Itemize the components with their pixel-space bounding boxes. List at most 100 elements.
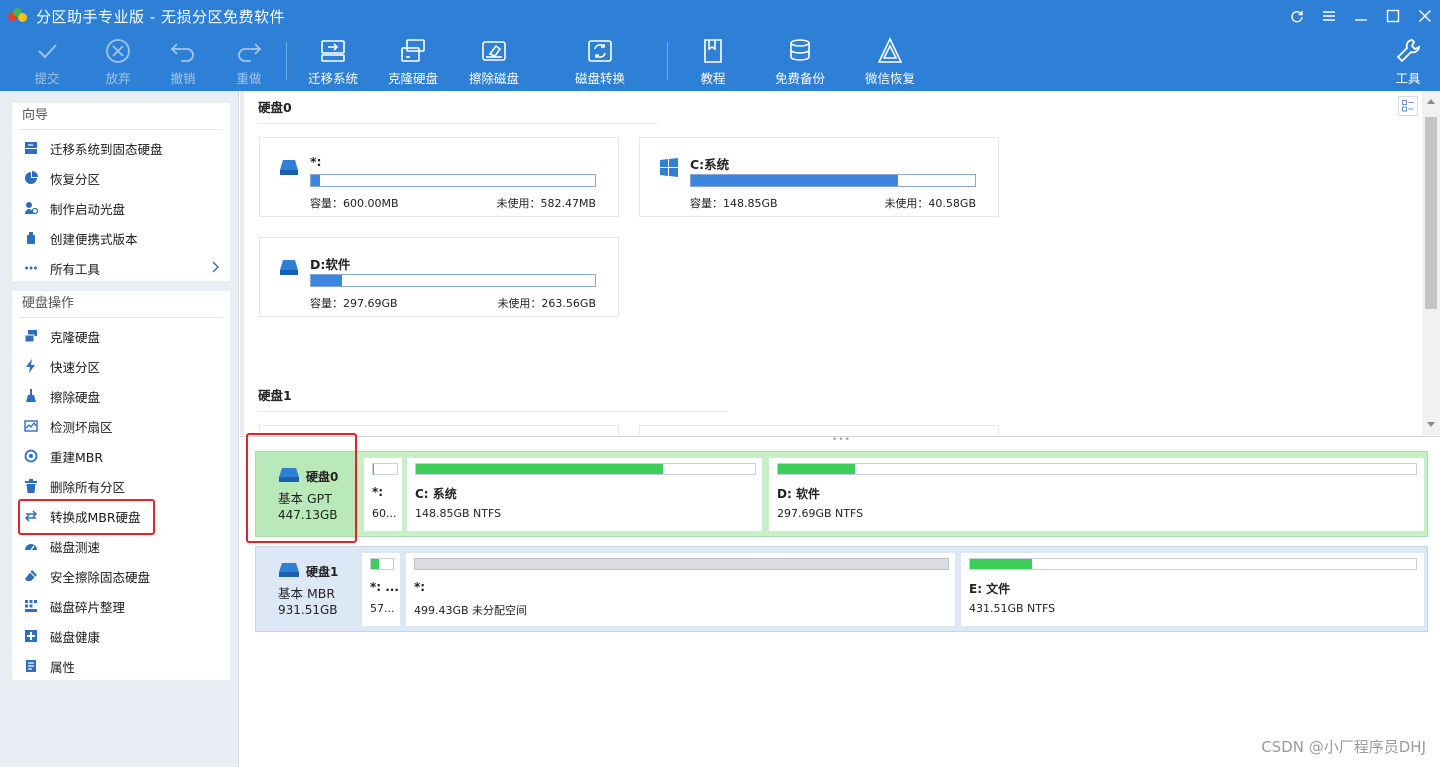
- sidebar-item-label: 安全擦除固态硬盘: [50, 569, 151, 585]
- sidebar-item-disk-health[interactable]: 磁盘健康: [12, 621, 230, 651]
- sidebar-item-label: 删除所有分区: [50, 479, 126, 495]
- wipe-disk-button[interactable]: 擦除磁盘: [459, 36, 529, 88]
- sidebar-item-label: 转换成MBR硬盘: [50, 509, 141, 525]
- usage-fill: [371, 559, 379, 569]
- disk-size: 931.51GB: [278, 603, 338, 617]
- clone-disk-icon: [24, 329, 38, 343]
- partition-card[interactable]: D:软件 容量：297.69GB 未使用：263.56GB: [259, 237, 619, 317]
- disk-convert-label: 磁盘转换: [574, 71, 625, 86]
- sidebar-item-clone-disk[interactable]: 克隆硬盘: [12, 321, 230, 351]
- splitter-grip-icon[interactable]: •••: [832, 435, 851, 445]
- discard-button[interactable]: 放弃: [83, 36, 153, 88]
- discard-icon: [106, 39, 130, 63]
- submit-button[interactable]: 提交: [12, 36, 82, 88]
- sidebar-item-label: 快速分区: [50, 359, 101, 375]
- close-icon[interactable]: [1410, 0, 1440, 32]
- sidebar-item-delete-all-partitions[interactable]: 删除所有分区: [12, 471, 230, 501]
- redo-button[interactable]: 重做: [214, 36, 284, 88]
- sidebar-item-label: 擦除硬盘: [50, 389, 101, 405]
- scroll-up-icon[interactable]: [1427, 99, 1435, 104]
- sidebar-item-migrate-ssd[interactable]: 迁移系统到固态硬盘: [12, 133, 230, 163]
- disk-name: 硬盘0: [306, 470, 339, 484]
- disk-map-partition[interactable]: *: 60...: [364, 458, 402, 531]
- clone-disk-button[interactable]: 克隆硬盘: [378, 36, 448, 88]
- sidebar-item-wipe-disk[interactable]: 擦除硬盘: [12, 381, 230, 411]
- drive-icon: [280, 260, 298, 275]
- sidebar-item-label: 克隆硬盘: [50, 329, 101, 345]
- usage-fill: [970, 559, 1033, 569]
- partition-detail: 57...: [370, 602, 395, 615]
- usage-bar: [969, 558, 1417, 570]
- sidebar-item-recover-partition[interactable]: 恢复分区: [12, 163, 230, 193]
- disk-map-row[interactable]: 硬盘0 基本 GPT 447.13GB *: 60... C: 系统 148.8…: [255, 451, 1428, 537]
- disk-map-partition[interactable]: D: 软件 297.69GB NTFS: [769, 458, 1424, 531]
- sidebar-item-all-tools[interactable]: 所有工具: [12, 253, 230, 283]
- scrollbar-thumb[interactable]: [1425, 117, 1437, 309]
- sidebar-item-boot-disc[interactable]: 制作启动光盘: [12, 193, 230, 223]
- menu-icon[interactable]: [1314, 0, 1344, 32]
- tools-button[interactable]: 工具: [1373, 36, 1440, 88]
- disk-map-partition[interactable]: *: 499.43GB 未分配空间: [406, 553, 955, 626]
- partition-card[interactable]: C:系统 容量：148.85GB 未使用：40.58GB: [639, 137, 999, 217]
- partition-capacity: 容量：297.69GB: [310, 297, 398, 310]
- undo-button[interactable]: 撤销: [148, 36, 218, 88]
- disk-convert-button[interactable]: 磁盘转换: [565, 36, 635, 88]
- refresh-icon[interactable]: [1282, 0, 1312, 32]
- disk-operations-panel: 硬盘操作 克隆硬盘 快速分区 擦除硬盘 检测坏扇区 重建MBR 删除所有分区 转…: [12, 291, 230, 680]
- tools-label: 工具: [1395, 71, 1421, 86]
- partition-card[interactable]: [639, 425, 999, 435]
- partition-free: 未使用：40.58GB: [884, 197, 976, 210]
- disk-map-partition[interactable]: *: ... 57...: [362, 553, 400, 626]
- redo-icon: [238, 43, 262, 62]
- sidebar-item-secure-erase-ssd[interactable]: 安全擦除固态硬盘: [12, 561, 230, 591]
- app-logo-icon: [8, 8, 28, 24]
- sidebar-item-defrag[interactable]: 磁盘碎片整理: [12, 591, 230, 621]
- discard-label: 放弃: [105, 71, 131, 86]
- view-toggle-icon[interactable]: [1398, 96, 1418, 116]
- disk-info[interactable]: 硬盘1 基本 MBR 931.51GB: [256, 547, 358, 631]
- sidebar-item-disk-speed[interactable]: 磁盘测速: [12, 531, 230, 561]
- usage-fill: [691, 175, 899, 186]
- partition-name: C:系统: [690, 157, 730, 172]
- sidebar-item-rebuild-mbr[interactable]: 重建MBR: [12, 441, 230, 471]
- disk-info[interactable]: 硬盘0 基本 GPT 447.13GB: [256, 452, 358, 536]
- usage-bar: [310, 274, 596, 287]
- usage-bar: [310, 174, 596, 187]
- free-backup-icon: [790, 39, 810, 61]
- usage-bar: [777, 463, 1417, 475]
- toolbar-divider: [286, 42, 287, 80]
- partition-name: E: 文件: [969, 582, 1011, 596]
- panel-divider: [20, 129, 222, 130]
- rebuild-mbr-icon: [24, 449, 38, 463]
- wizard-panel-title: 向导: [22, 108, 49, 123]
- maximize-icon[interactable]: [1378, 0, 1408, 32]
- free-backup-button[interactable]: 免费备份: [765, 36, 835, 88]
- sidebar-item-label: 迁移系统到固态硬盘: [50, 141, 163, 157]
- migrate-os-button[interactable]: 迁移系统: [298, 36, 368, 88]
- title-bar: 分区助手专业版 - 无损分区免费软件: [0, 0, 1440, 32]
- sidebar-item-quick-partition[interactable]: 快速分区: [12, 351, 230, 381]
- sidebar-item-label: 重建MBR: [50, 449, 104, 465]
- minimize-icon[interactable]: [1346, 0, 1376, 32]
- sidebar-item-convert-mbr[interactable]: 转换成MBR硬盘: [12, 501, 230, 531]
- wechat-recovery-button[interactable]: 微信恢复: [855, 36, 925, 88]
- sidebar-item-properties[interactable]: 属性: [12, 651, 230, 681]
- partition-card[interactable]: *: 容量：600.00MB 未使用：582.47MB: [259, 137, 619, 217]
- portable-version-icon: [24, 231, 38, 245]
- windows-icon: [660, 158, 678, 177]
- partition-card[interactable]: [259, 425, 619, 435]
- scroll-down-icon[interactable]: [1427, 422, 1435, 427]
- disk-map-partition[interactable]: E: 文件 431.51GB NTFS: [961, 553, 1424, 626]
- app-header: 分区助手专业版 - 无损分区免费软件 提交 放弃 撤销 重做 迁移系统 克隆硬盘…: [0, 0, 1440, 91]
- disk-map-partition[interactable]: C: 系统 148.85GB NTFS: [407, 458, 762, 531]
- sidebar-item-portable-version[interactable]: 创建便携式版本: [12, 223, 230, 253]
- disk-map-row[interactable]: 硬盘1 基本 MBR 931.51GB *: ... 57... *: 499.…: [255, 546, 1428, 632]
- sidebar-item-label: 创建便携式版本: [50, 231, 138, 247]
- vertical-scrollbar[interactable]: [1422, 91, 1440, 435]
- partition-card-view: 硬盘0 *: 容量：600.00MB 未使用：582.47MB C:系统 容量：…: [240, 91, 1440, 435]
- usage-fill: [373, 464, 374, 474]
- sidebar-item-bad-sector[interactable]: 检测坏扇区: [12, 411, 230, 441]
- tutorial-button[interactable]: 教程: [678, 36, 748, 88]
- bad-sector-icon: [24, 419, 38, 433]
- usage-bar: [690, 174, 976, 187]
